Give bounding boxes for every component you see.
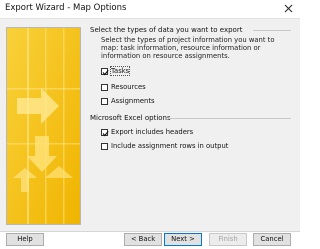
assignment-rows-label: Include assignment rows in output	[111, 142, 229, 150]
resources-label: Resources	[111, 83, 146, 91]
resources-checkbox[interactable]: Resources	[101, 82, 146, 92]
tasks-label: Tasks	[109, 66, 131, 76]
export-headers-label: Export includes headers	[111, 128, 194, 136]
checkbox-box[interactable]	[101, 128, 109, 136]
checkbox-box[interactable]	[101, 97, 108, 105]
help-button[interactable]: Help	[6, 233, 44, 246]
excel-options-heading: Microsoft Excel options	[90, 114, 171, 122]
data-types-heading: Select the types of data you want to exp…	[90, 26, 243, 34]
close-icon[interactable]	[281, 1, 296, 16]
assignments-label: Assignments	[111, 97, 155, 105]
back-button[interactable]: < Back	[124, 233, 162, 246]
divider	[253, 30, 291, 31]
next-button[interactable]: Next >	[164, 233, 202, 246]
divider	[168, 118, 291, 119]
tasks-checkbox[interactable]: Tasks	[101, 66, 131, 76]
checkbox-box[interactable]	[101, 67, 109, 75]
export-headers-checkbox[interactable]: Export includes headers	[101, 127, 193, 137]
cancel-button[interactable]: Cancel	[253, 233, 291, 246]
wizard-body: Select the types of data you want to exp…	[0, 19, 300, 231]
assignments-checkbox[interactable]: Assignments	[101, 96, 155, 106]
wizard-banner-arrows-icon	[6, 27, 81, 225]
button-bar-divider	[0, 231, 300, 232]
finish-button[interactable]: Finish	[209, 233, 247, 246]
checkbox-box[interactable]	[101, 142, 108, 150]
assignment-rows-checkbox[interactable]: Include assignment rows in output	[101, 141, 228, 151]
data-types-description: Select the types of project information …	[101, 36, 275, 61]
window-title: Export Wizard - Map Options	[5, 3, 127, 13]
checkbox-box[interactable]	[101, 83, 108, 91]
title-bar: Export Wizard - Map Options	[0, 0, 300, 19]
